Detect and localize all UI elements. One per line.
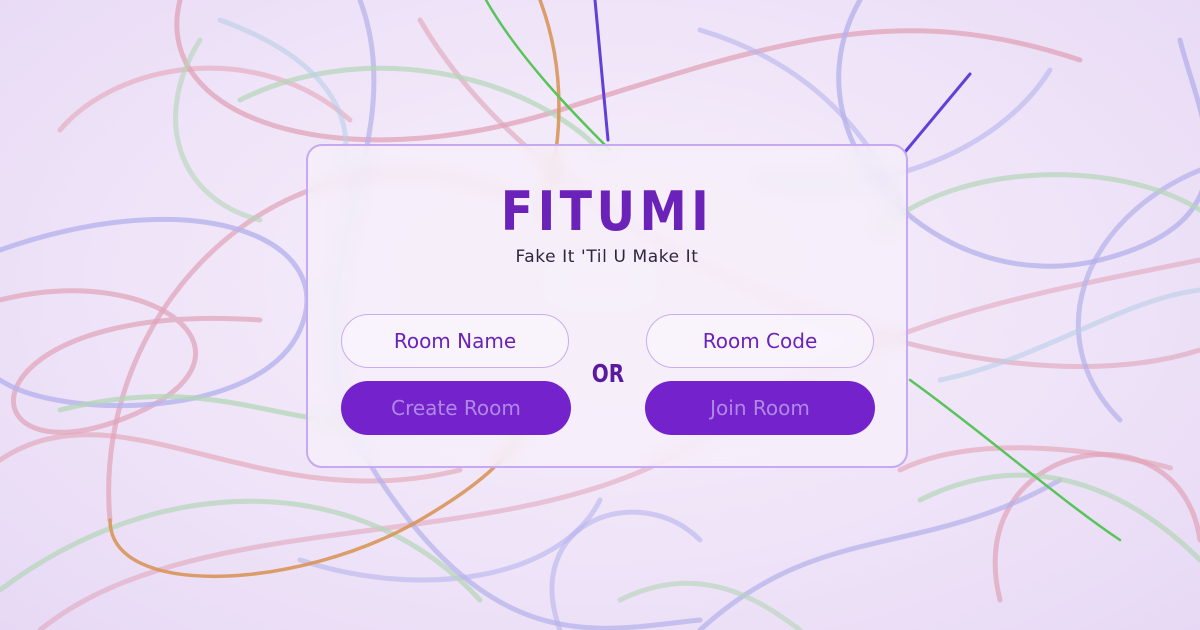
room-name-input[interactable] (341, 314, 569, 368)
room-card: FITUMI Fake It 'Til U Make It OR Create … (306, 144, 908, 468)
app-title: FITUMI (500, 180, 714, 243)
room-code-input[interactable] (646, 314, 874, 368)
or-separator: OR (591, 359, 625, 388)
app-subtitle: Fake It 'Til U Make It (515, 247, 699, 267)
join-room-button[interactable]: Join Room (645, 381, 875, 435)
create-room-button[interactable]: Create Room (341, 381, 571, 435)
